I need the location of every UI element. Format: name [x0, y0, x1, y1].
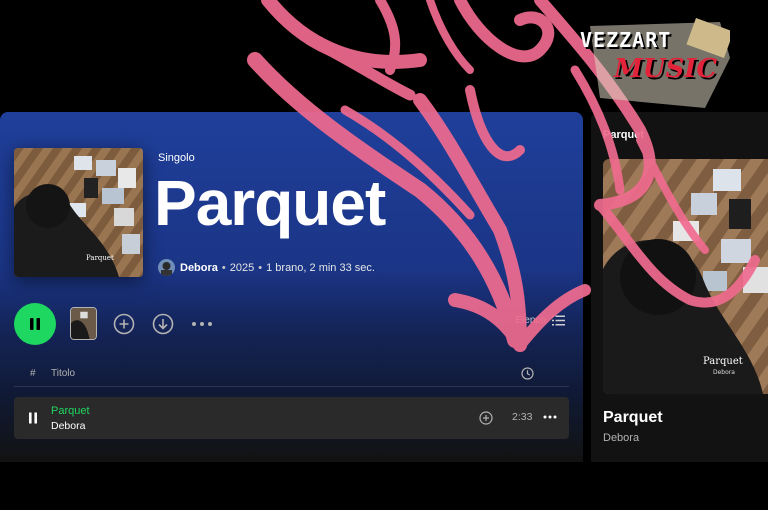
album-details: 1 brano, 2 min 33 sec. — [266, 261, 375, 274]
artist-avatar[interactable] — [158, 259, 175, 276]
add-to-library-icon[interactable] — [479, 411, 493, 425]
album-meta: Debora • 2025 • 1 brano, 2 min 33 sec. — [158, 259, 375, 276]
list-icon — [552, 315, 565, 326]
view-mode-label: Elenco — [515, 315, 546, 326]
track-duration: 2:33 — [512, 411, 533, 423]
ellipsis-icon — [192, 322, 212, 326]
ellipsis-icon[interactable] — [543, 415, 557, 419]
download-button[interactable] — [152, 313, 174, 335]
clock-icon — [521, 367, 534, 380]
download-icon — [152, 313, 174, 335]
cover-caption: Parquet — [703, 356, 743, 367]
pause-button[interactable] — [14, 303, 56, 345]
now-playing-cover: Parquet Debora — [603, 159, 768, 394]
header-title: Titolo — [51, 368, 76, 379]
now-playing-panel: Parquet Parquet Debora Parquet Debora — [591, 112, 768, 462]
album-view: Parquet Singolo Parquet Debora • 2025 • … — [0, 112, 583, 462]
artist-link[interactable]: Debora — [180, 262, 218, 274]
album-type-label: Singolo — [158, 152, 195, 164]
cover-caption-sub: Debora — [713, 369, 735, 376]
watermark-logo: VEZZART MUSIC — [580, 18, 730, 114]
meta-separator: • — [258, 261, 263, 274]
track-artist[interactable]: Debora — [51, 420, 85, 432]
meta-separator: • — [221, 261, 226, 274]
add-to-library-button[interactable] — [113, 313, 135, 335]
more-options-button[interactable] — [190, 315, 214, 333]
album-year: 2025 — [229, 261, 255, 274]
now-playing-header: Parquet — [603, 129, 644, 141]
watermark-line1: VEZZART — [580, 28, 672, 52]
watermark-line2: MUSIC — [614, 54, 718, 84]
track-title[interactable]: Parquet — [51, 405, 90, 417]
action-bar: Elenco — [0, 302, 583, 348]
canvas-preview-button[interactable] — [70, 307, 97, 340]
now-playing-artist[interactable]: Debora — [603, 432, 639, 444]
view-mode-button[interactable]: Elenco — [515, 315, 565, 326]
table-row[interactable]: Parquet Debora 2:33 — [14, 397, 569, 439]
plus-circle-icon — [113, 313, 135, 335]
cover-caption: Parquet — [86, 254, 114, 262]
album-title: Parquet — [154, 167, 386, 239]
pause-icon — [30, 318, 40, 330]
header-index: # — [30, 368, 36, 379]
album-cover: Parquet — [14, 148, 143, 277]
now-playing-title[interactable]: Parquet — [603, 409, 663, 427]
tracklist-header: # Titolo — [14, 362, 569, 387]
pause-icon[interactable] — [28, 412, 38, 424]
